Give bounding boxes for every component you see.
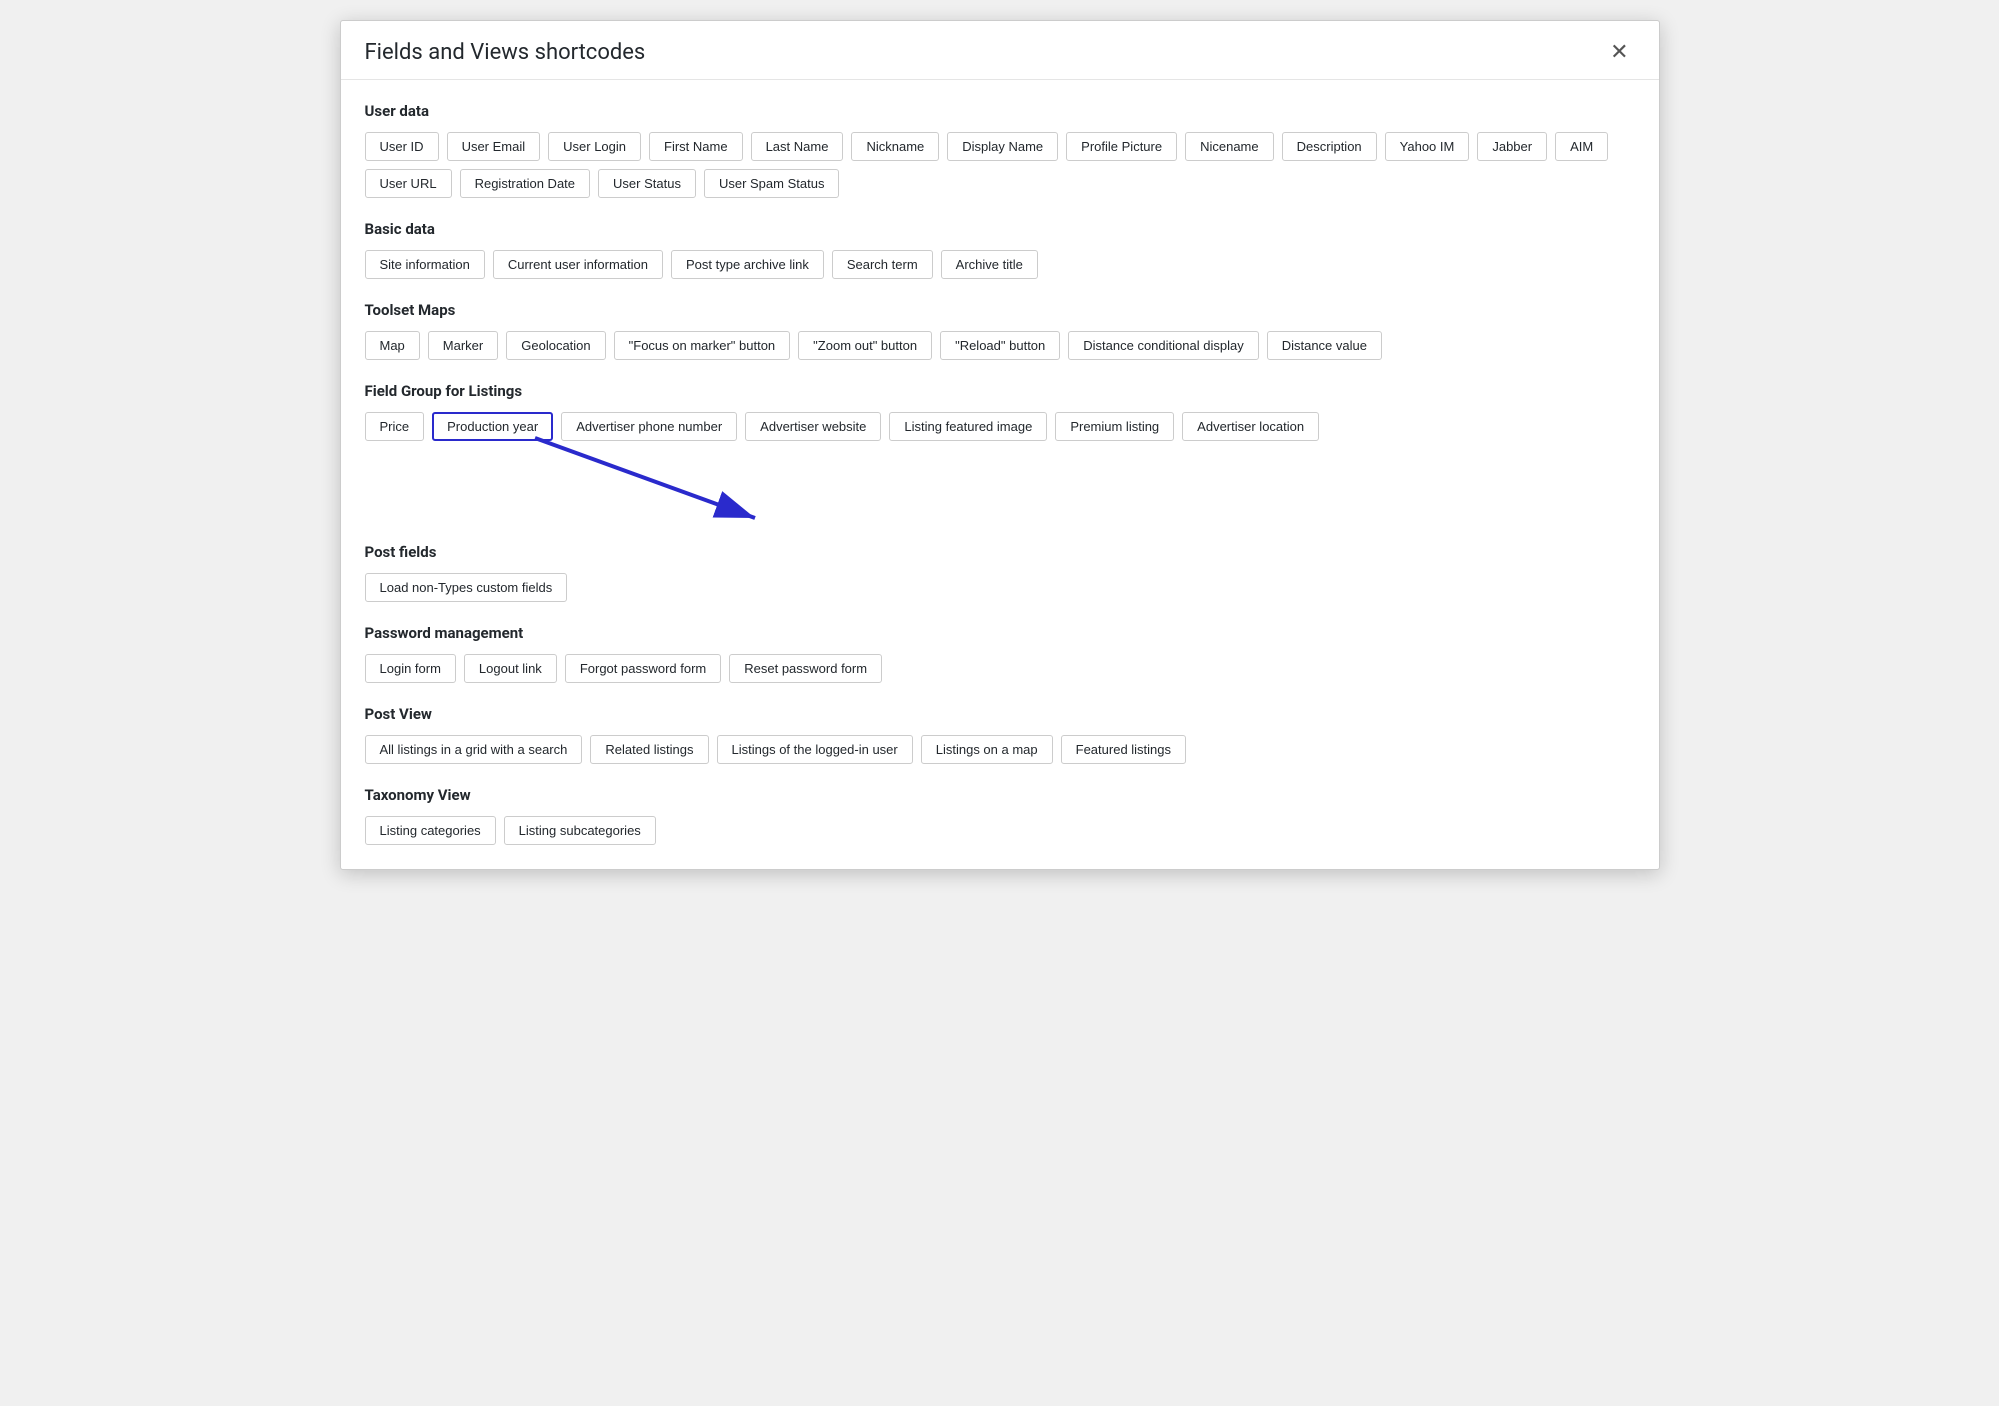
tag-btn-premium-listing[interactable]: Premium listing [1055, 412, 1174, 441]
tag-btn-marker[interactable]: Marker [428, 331, 498, 360]
tag-btn-user-url[interactable]: User URL [365, 169, 452, 198]
tag-btn-load-non-types-custom-fields[interactable]: Load non-Types custom fields [365, 573, 568, 602]
tag-btn-listings-of-the-logged-in-user[interactable]: Listings of the logged-in user [717, 735, 913, 764]
modal-header: Fields and Views shortcodes ✕ [341, 21, 1659, 80]
section-title-user-data: User data [365, 102, 1635, 120]
section-toolset-maps: Toolset Maps Map Marker Geolocation "Focus o… [365, 301, 1635, 360]
tag-btn-registration-date[interactable]: Registration Date [460, 169, 590, 198]
section-title-taxonomy-view: Taxonomy View [365, 786, 1635, 804]
tag-btn-last-name[interactable]: Last Name [751, 132, 844, 161]
tag-btn-current-user-information[interactable]: Current user information [493, 250, 663, 279]
tags-row-post-fields: Load non-Types custom fields [365, 573, 1635, 602]
section-password-management: Password management Login form Logout link… [365, 624, 1635, 683]
tag-btn-map[interactable]: Map [365, 331, 420, 360]
tag-btn-zoom-out-button[interactable]: "Zoom out" button [798, 331, 932, 360]
tag-btn-user-status[interactable]: User Status [598, 169, 696, 198]
tag-btn-nickname[interactable]: Nickname [851, 132, 939, 161]
tag-btn-archive-title[interactable]: Archive title [941, 250, 1038, 279]
tags-row-toolset-maps: Map Marker Geolocation "Focus on marker" bu… [365, 331, 1635, 360]
tag-btn-price[interactable]: Price [365, 412, 425, 441]
tag-btn-featured-listings[interactable]: Featured listings [1061, 735, 1186, 764]
tag-btn-display-name[interactable]: Display Name [947, 132, 1058, 161]
tag-btn-listing-categories[interactable]: Listing categories [365, 816, 496, 845]
section-taxonomy-view: Taxonomy View Listing categories Listing s… [365, 786, 1635, 845]
tag-btn-user-login[interactable]: User Login [548, 132, 641, 161]
section-post-view: Post View All listings in a grid with a s… [365, 705, 1635, 764]
tag-btn-listing-featured-image[interactable]: Listing featured image [889, 412, 1047, 441]
tag-btn-user-id[interactable]: User ID [365, 132, 439, 161]
tags-row-basic-data: Site information Current user information… [365, 250, 1635, 279]
tag-btn-distance-value[interactable]: Distance value [1267, 331, 1382, 360]
tag-btn-search-term[interactable]: Search term [832, 250, 933, 279]
modal-title: Fields and Views shortcodes [365, 40, 646, 65]
section-title-post-view: Post View [365, 705, 1635, 723]
tags-row-user-data: User ID User EmailUser Login First Name Las… [365, 132, 1635, 198]
modal-body: User data User ID User EmailUser Login Firs… [341, 80, 1659, 869]
tag-btn-user-email[interactable]: User Email [447, 132, 541, 161]
tag-btn-login-form[interactable]: Login form [365, 654, 456, 683]
tag-btn-distance-conditional-display[interactable]: Distance conditional display [1068, 331, 1258, 360]
tag-btn-listings-on-a-map[interactable]: Listings on a map [921, 735, 1053, 764]
tag-btn-related-listings[interactable]: Related listings [590, 735, 708, 764]
tag-btn-focus-on-marker-button[interactable]: "Focus on marker" button [614, 331, 791, 360]
tag-btn-reset-password-form[interactable]: Reset password form [729, 654, 882, 683]
tags-row-post-view: All listings in a grid with a searchRela… [365, 735, 1635, 764]
section-title-post-fields: Post fields [365, 543, 1635, 561]
tags-row-password-management: Login form Logout link Forgot password for… [365, 654, 1635, 683]
section-field-group-listings: Field Group for ListingsPriceProduction … [365, 382, 1635, 521]
section-title-field-group-listings: Field Group for Listings [365, 382, 1635, 400]
tag-btn-description[interactable]: Description [1282, 132, 1377, 161]
tag-btn-listing-subcategories[interactable]: Listing subcategories [504, 816, 656, 845]
section-basic-data: Basic data Site information Current user i… [365, 220, 1635, 279]
section-title-password-management: Password management [365, 624, 1635, 642]
section-title-toolset-maps: Toolset Maps [365, 301, 1635, 319]
tag-btn-nicename[interactable]: Nicename [1185, 132, 1274, 161]
tag-btn-jabber[interactable]: Jabber [1477, 132, 1547, 161]
tag-btn-forgot-password-form[interactable]: Forgot password form [565, 654, 721, 683]
tag-btn-reload-button[interactable]: "Reload" button [940, 331, 1060, 360]
close-button[interactable]: ✕ [1604, 39, 1634, 65]
tag-btn-advertiser-location[interactable]: Advertiser location [1182, 412, 1319, 441]
arrow-annotation [365, 441, 1635, 521]
modal-container: Fields and Views shortcodes ✕ User dataU… [340, 20, 1660, 870]
section-post-fields: Post fields Load non-Types custom fields [365, 543, 1635, 602]
tag-btn-logout-link[interactable]: Logout link [464, 654, 557, 683]
section-title-basic-data: Basic data [365, 220, 1635, 238]
tag-btn-profile-picture[interactable]: Profile Picture [1066, 132, 1177, 161]
tag-btn-first-name[interactable]: First Name [649, 132, 743, 161]
tag-btn-yahoo-im[interactable]: Yahoo IM [1385, 132, 1470, 161]
tag-btn-user-spam-status[interactable]: User Spam Status [704, 169, 840, 198]
section-user-data: User data User ID User EmailUser Login Firs… [365, 102, 1635, 198]
tag-btn-geolocation[interactable]: Geolocation [506, 331, 605, 360]
arrow-svg [435, 433, 775, 523]
tag-btn-site-information[interactable]: Site information [365, 250, 485, 279]
tag-btn-post-type-archive-link[interactable]: Post type archive link [671, 250, 824, 279]
tags-row-taxonomy-view: Listing categories Listing subcategories [365, 816, 1635, 845]
tag-btn-all-listings-in-a-grid-with-a-search[interactable]: All listings in a grid with a search [365, 735, 583, 764]
tag-btn-aim[interactable]: AIM [1555, 132, 1608, 161]
